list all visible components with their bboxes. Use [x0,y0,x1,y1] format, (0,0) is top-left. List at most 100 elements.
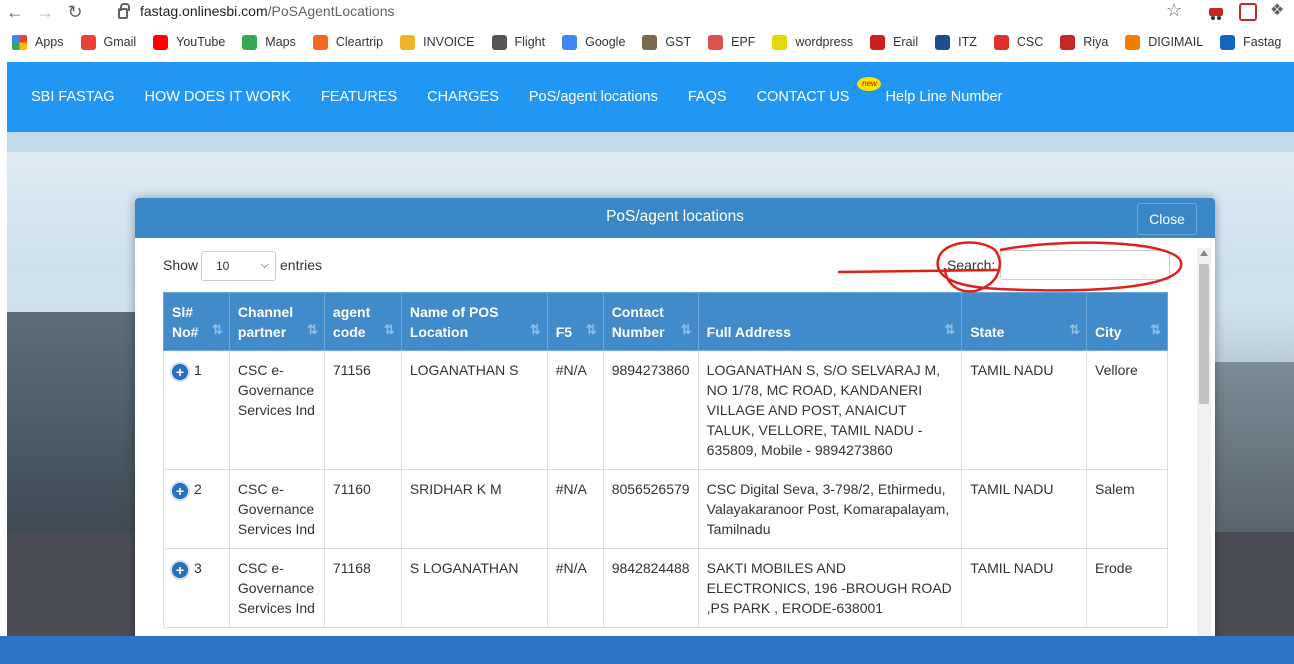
address-bar[interactable]: fastag.onlinesbi.com/PoSAgentLocations [108,0,1198,22]
nav-charges[interactable]: CHARGES [427,89,499,105]
bookmark-star-icon[interactable]: ☆ [1166,0,1182,21]
nav-contact-us[interactable]: CONTACT US [757,89,850,105]
col-label: Sl# No# [172,304,199,340]
bookmark-riya[interactable]: Riya [1060,34,1109,50]
bookmark-label: Google [585,35,626,49]
cell-no: +3 [163,548,230,628]
bookmark-label: wordpress [795,35,854,49]
nav-faqs[interactable]: FAQS [688,89,727,105]
youtube-icon [153,34,169,50]
bookmark-label: Riya [1083,35,1109,49]
table-controls: Show 10 ⌵ entries Search: [135,238,1215,292]
table-row: +1 CSC e-Governance Services Ind 71156 L… [163,350,1168,470]
close-button[interactable]: Close [1137,203,1197,235]
col-contact-number[interactable]: Contact Number ⇅ [602,292,699,351]
bookmark-epf[interactable]: EPF [708,34,755,50]
wordpress-icon [772,34,788,50]
expand-row-icon[interactable]: + [172,364,188,380]
cell-code: 71156 [323,350,402,470]
bookmark-invoice[interactable]: INVOICE [400,34,475,50]
col-state[interactable]: State ⇅ [961,292,1087,351]
expand-row-icon[interactable]: + [172,483,188,499]
cell-city: Salem [1086,469,1168,549]
cell-city: Vellore [1086,350,1168,470]
cell-no: +1 [163,350,230,470]
bookmark-csc[interactable]: CSC [993,34,1044,50]
bookmark-wordpress[interactable]: wordpress [772,34,854,50]
modal-header: PoS/agent locations Close [135,198,1215,238]
cell-no: +2 [163,469,230,549]
cell-contact: 8056526579 [602,469,699,549]
bookmark-label: Flight [514,35,546,49]
bookmark-apps[interactable]: Apps [12,34,64,50]
cell-address: CSC Digital Seva, 3-798/2, Ethirmedu, Va… [697,469,963,549]
modal-title: PoS/agent locations [606,208,744,225]
col-channel-partner[interactable]: Channel partner ⇅ [228,292,325,351]
scroll-up-arrow-icon[interactable] [1200,250,1208,256]
bookmark-label: CSC [1016,35,1044,49]
nav-help-line-number[interactable]: new Help Line Number [857,77,1003,105]
row-number: 2 [194,481,202,497]
nav-how-does-it-work[interactable]: HOW DOES IT WORK [145,89,291,105]
back-icon[interactable]: ← [0,1,30,23]
forward-icon[interactable]: → [30,1,60,23]
col-f5[interactable]: F5 ⇅ [546,292,604,351]
scroll-thumb[interactable] [1199,264,1209,404]
riya-icon [1060,34,1076,50]
sort-icon: ⇅ [529,322,541,337]
bookmark-label: Gmail [103,35,137,49]
locations-modal: PoS/agent locations Close Show 10 ⌵ entr… [135,198,1215,664]
bookmark-gmail[interactable]: Gmail [80,34,137,50]
csc-icon [993,34,1009,50]
col-city[interactable]: City ⇅ [1086,292,1168,351]
bookmark-label: Maps [265,35,296,49]
new-badge: new [857,77,882,91]
expand-row-icon[interactable]: + [172,562,188,578]
cell-state: TAMIL NADU [961,469,1087,549]
lock-icon [118,2,130,19]
cell-code: 71160 [323,469,402,549]
erail-extension-icon[interactable] [1207,3,1225,21]
cell-f5: #N/A [546,469,604,549]
bookmark-cleartrip[interactable]: Cleartrip [312,34,384,50]
bookmark-itz[interactable]: ITZ [935,34,977,50]
cell-contact: 9842824488 [602,548,699,628]
page-length-select[interactable]: 10 ⌵ [201,251,276,281]
bookmark-google[interactable]: Google [562,34,626,50]
bookmark-erail[interactable]: Erail [870,34,919,50]
nav-pos-agent-locations[interactable]: PoS/agent locations [529,89,658,105]
col-label: Contact Number [611,304,665,340]
col-pos-name[interactable]: Name of POS Location ⇅ [400,292,548,351]
search-input[interactable] [1000,250,1170,280]
nav-sbi-fastag[interactable]: SBI FASTAG [31,89,115,105]
fastag-icon [1220,34,1236,50]
bookmark-label: Cleartrip [335,35,384,49]
bookmark-digimail[interactable]: DIGIMAIL [1125,34,1203,50]
cell-name: S LOGANATHAN [400,548,548,628]
bookmark-maps[interactable]: Maps [242,34,296,50]
erail-icon [870,34,886,50]
table-header-row: Sl# No# ⇅ Channel partner ⇅ agent code ⇅ Na… [163,292,1168,351]
bookmark-label: GST [665,35,692,49]
shield-extension-icon[interactable] [1239,3,1257,21]
bookmark-label: Erail [893,35,919,49]
bookmark-gst[interactable]: GST [642,34,692,50]
modal-scrollbar[interactable] [1197,248,1211,664]
cell-contact: 9894273860 [602,350,699,470]
sort-icon: ⇅ [680,322,692,337]
sort-icon: ⇅ [383,322,395,337]
extensions-puzzle-icon[interactable]: ❖ [1270,0,1288,19]
bookmark-label: Fastag [1243,35,1282,49]
cell-partner: CSC e-Governance Services Ind [228,548,325,628]
reload-icon[interactable]: ↻ [60,1,90,23]
gmail-icon [80,34,96,50]
bookmark-youtube[interactable]: YouTube [153,34,225,50]
col-sl-no[interactable]: Sl# No# ⇅ [163,292,230,351]
col-agent-code[interactable]: agent code ⇅ [323,292,402,351]
cell-name: LOGANATHAN S [400,350,548,470]
col-full-address[interactable]: Full Address ⇅ [697,292,963,351]
helpline-label: Help Line Number [885,89,1003,105]
bookmark-flight[interactable]: Flight [491,34,546,50]
nav-features[interactable]: FEATURES [321,89,397,105]
bookmark-fastag[interactable]: Fastag [1220,34,1282,50]
